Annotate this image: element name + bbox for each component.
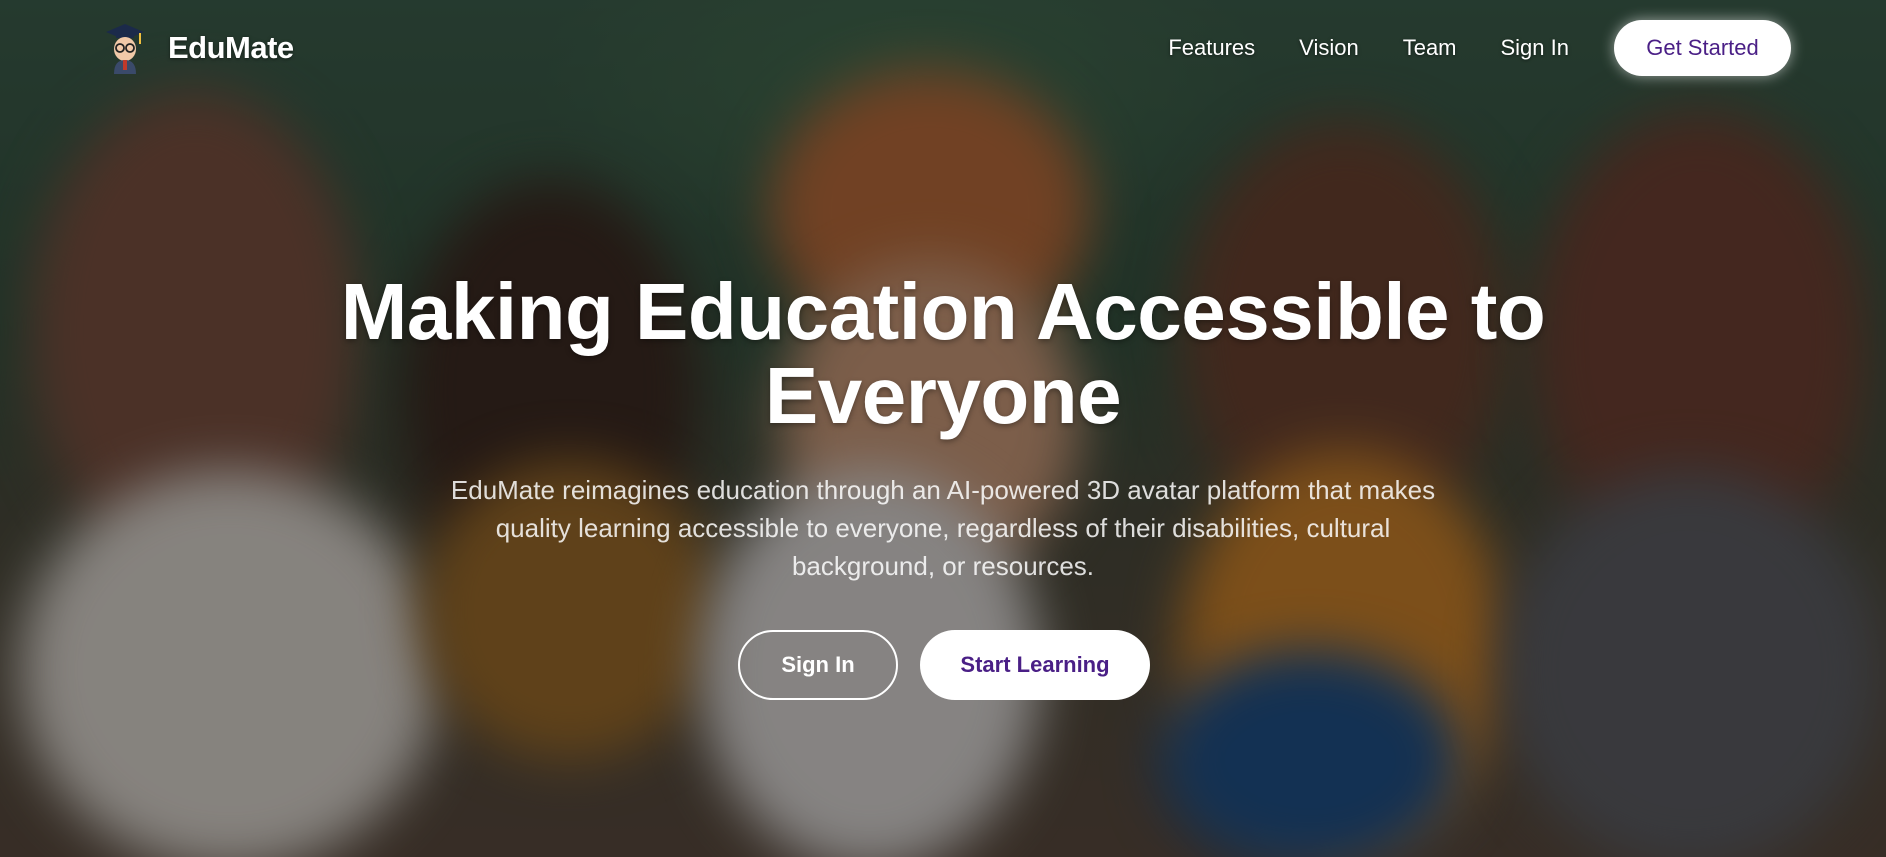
nav-link-sign-in[interactable]: Sign In xyxy=(1501,35,1570,61)
brand-name: EduMate xyxy=(168,30,294,65)
nav-link-vision[interactable]: Vision xyxy=(1299,35,1359,61)
hero-subtext: EduMate reimagines education through an … xyxy=(450,475,1436,581)
start-learning-button[interactable]: Start Learning xyxy=(920,630,1150,700)
nav-links: Features Vision Team Sign In Get Started xyxy=(1124,20,1791,76)
hero-actions: Sign In Start Learning xyxy=(738,630,1150,700)
nav-link-team[interactable]: Team xyxy=(1403,35,1457,61)
sign-in-button[interactable]: Sign In xyxy=(738,630,898,700)
brand[interactable]: EduMate xyxy=(104,22,294,74)
graduate-avatar-icon xyxy=(104,22,146,74)
nav-link-features[interactable]: Features xyxy=(1168,35,1255,61)
get-started-button[interactable]: Get Started xyxy=(1614,20,1791,76)
top-navigation: EduMate Features Vision Team Sign In Get… xyxy=(0,0,1886,96)
hero-headline: Making Education Accessible to Everyone xyxy=(340,267,1546,440)
